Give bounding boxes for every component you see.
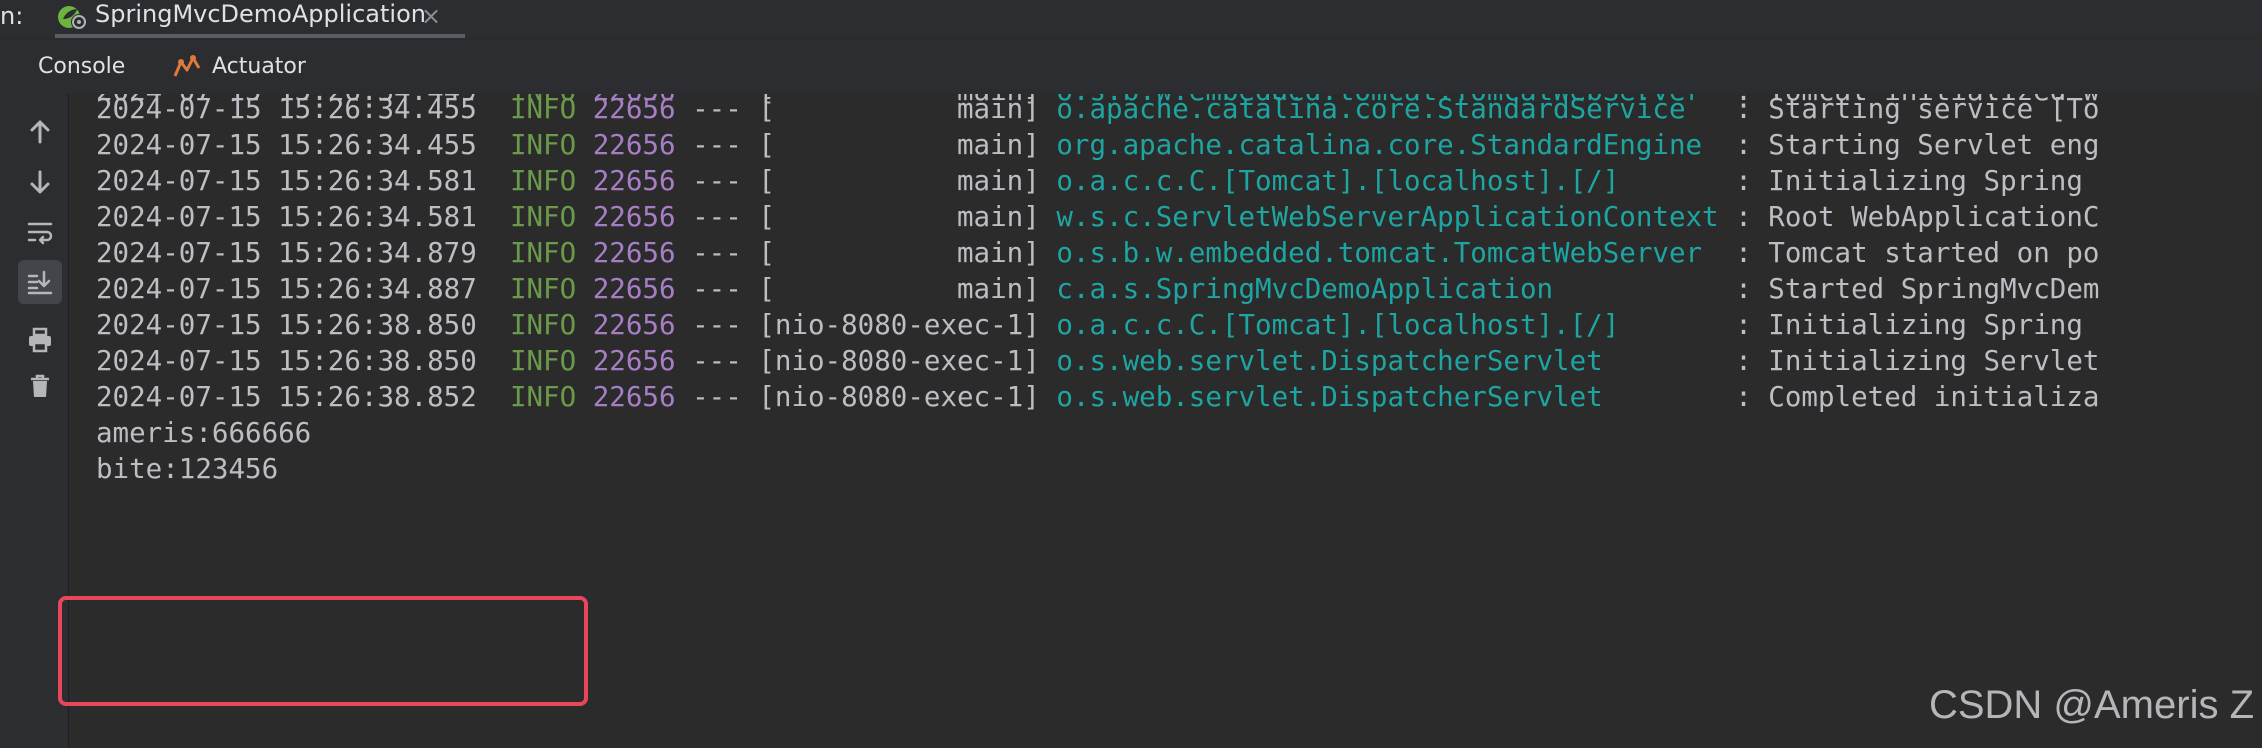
log-separator: ---	[692, 381, 742, 413]
output-line: ameris:666666	[96, 417, 312, 449]
log-line: 2024-07-15 15:26:34.887 INFO 22656 --- […	[96, 271, 2099, 307]
tab-console-label: Console	[38, 54, 126, 79]
ide-run-window: n: SpringMvcDemoApplication × Console Ac…	[0, 0, 2262, 748]
log-logger: o.s.b.w.embedded.tomcat.TomcatWebServer	[1056, 237, 1719, 269]
soft-wrap-icon[interactable]	[18, 210, 62, 254]
log-message: : Starting service [To	[1735, 94, 2100, 125]
spring-boot-run-icon	[57, 3, 89, 31]
log-separator: ---	[692, 237, 742, 269]
output-line: bite:123456	[96, 453, 279, 485]
log-level: INFO	[509, 129, 577, 161]
log-separator: ---	[692, 129, 742, 161]
close-icon[interactable]: ×	[421, 2, 441, 30]
log-message: : Initializing Servlet	[1735, 345, 2100, 377]
actuator-icon	[172, 54, 202, 80]
log-line: 2024-07-15 15:26:34.455 INFO 22656 --- […	[96, 127, 2099, 163]
log-pid: 22656	[592, 345, 676, 377]
log-thread: [ main]	[758, 237, 1040, 269]
log-timestamp: 2024-07-15 15:26:34.879	[96, 237, 477, 269]
log-message: : Tomcat started on po	[1735, 237, 2100, 269]
log-pid: 22656	[592, 165, 676, 197]
watermark: CSDN @Ameris Z	[1928, 683, 2254, 727]
log-timestamp: 2024-07-15 15:26:34.581	[96, 201, 477, 233]
log-level: INFO	[509, 201, 577, 233]
log-logger: org.apache.catalina.core.StandardEngine	[1056, 129, 1719, 161]
log-pid: 22656	[592, 94, 676, 125]
log-line: 2024-07-15 15:26:34.581 INFO 22656 --- […	[96, 199, 2099, 235]
log-message: : Starting Servlet eng	[1735, 129, 2100, 161]
log-level: INFO	[509, 273, 577, 305]
log-thread: [ main]	[758, 94, 1040, 125]
log-logger: w.s.c.ServletWebServerApplicationContext	[1056, 201, 1719, 233]
log-timestamp: 2024-07-15 15:26:34.581	[96, 165, 477, 197]
log-separator: ---	[692, 201, 742, 233]
log-pid: 22656	[592, 129, 676, 161]
trash-icon[interactable]	[18, 364, 62, 408]
run-tab-label: SpringMvcDemoApplication	[95, 0, 426, 28]
log-thread: [nio-8080-exec-1]	[758, 345, 1040, 377]
log-line: 2024-07-15 15:26:34.581 INFO 22656 --- […	[96, 163, 2099, 199]
log-timestamp: 2024-07-15 15:26:38.850	[96, 345, 477, 377]
run-tab-springmvcdemoapplication[interactable]: SpringMvcDemoApplication ×	[55, 0, 465, 38]
log-level: INFO	[509, 94, 577, 125]
log-timestamp: 2024-07-15 15:26:34.455	[96, 94, 477, 125]
log-timestamp: 2024-07-15 15:26:38.852	[96, 381, 477, 413]
log-logger: o.a.c.c.C.[Tomcat].[localhost].[/]	[1056, 309, 1719, 341]
tool-tab-bar: Console Actuator	[0, 40, 2262, 94]
run-tab-selected-indicator	[55, 34, 465, 38]
arrow-down-icon[interactable]	[18, 160, 62, 204]
tab-actuator-label: Actuator	[212, 54, 306, 79]
log-level: INFO	[509, 309, 577, 341]
log-thread: [ main]	[758, 273, 1040, 305]
log-level: INFO	[509, 165, 577, 197]
tab-actuator[interactable]: Actuator	[170, 40, 320, 94]
log-logger: o.a.c.c.C.[Tomcat].[localhost].[/]	[1056, 165, 1719, 197]
log-separator: ---	[692, 165, 742, 197]
log-line: 2024-07-15 15:26:34.455 INFO 22656 --- […	[96, 94, 2099, 127]
arrow-up-icon[interactable]	[18, 110, 62, 154]
run-tab-bar: n: SpringMvcDemoApplication ×	[0, 0, 2262, 38]
log-timestamp: 2024-07-15 15:26:34.887	[96, 273, 477, 305]
log-line: 2024-07-15 15:26:38.850 INFO 22656 --- […	[96, 343, 2099, 379]
log-logger: o.s.web.servlet.DispatcherServlet	[1056, 345, 1719, 377]
log-logger: c.a.s.SpringMvcDemoApplication	[1056, 273, 1719, 305]
log-message: : Started SpringMvcDem	[1735, 273, 2100, 305]
log-level: INFO	[509, 381, 577, 413]
log-level: INFO	[509, 345, 577, 377]
print-icon[interactable]	[18, 318, 62, 362]
log-separator: ---	[692, 94, 742, 125]
log-thread: [ main]	[758, 129, 1040, 161]
log-separator: ---	[692, 273, 742, 305]
log-thread: [ main]	[758, 165, 1040, 197]
log-thread: [nio-8080-exec-1]	[758, 309, 1040, 341]
log-pid: 22656	[592, 201, 676, 233]
log-line: 2024-07-15 15:26:34.879 INFO 22656 --- […	[96, 235, 2099, 271]
log-message: : Completed initializa	[1735, 381, 2100, 413]
log-message: : Initializing Spring	[1735, 309, 2100, 341]
log-pid: 22656	[592, 237, 676, 269]
log-logger: o.s.web.servlet.DispatcherServlet	[1056, 381, 1719, 413]
log-message: : Root WebApplicationC	[1735, 201, 2100, 233]
log-pid: 22656	[592, 309, 676, 341]
tab-console[interactable]: Console	[18, 40, 138, 94]
log-message: : Initializing Spring	[1735, 165, 2100, 197]
log-timestamp: 2024-07-15 15:26:34.455	[96, 129, 477, 161]
log-pid: 22656	[592, 273, 676, 305]
log-line: 2024-07-15 15:26:38.852 INFO 22656 --- […	[96, 379, 2099, 415]
log-level: INFO	[509, 237, 577, 269]
log-thread: [ main]	[758, 201, 1040, 233]
log-separator: ---	[692, 309, 742, 341]
run-label-prefix: n:	[0, 2, 24, 30]
log-pid: 22656	[592, 381, 676, 413]
scroll-to-end-icon[interactable]	[18, 260, 62, 304]
log-timestamp: 2024-07-15 15:26:38.850	[96, 309, 477, 341]
log-thread: [nio-8080-exec-1]	[758, 381, 1040, 413]
log-logger: o.apache.catalina.core.StandardService	[1056, 94, 1719, 125]
log-separator: ---	[692, 345, 742, 377]
highlight-box	[58, 596, 588, 706]
log-line: 2024-07-15 15:26:38.850 INFO 22656 --- […	[96, 307, 2099, 343]
